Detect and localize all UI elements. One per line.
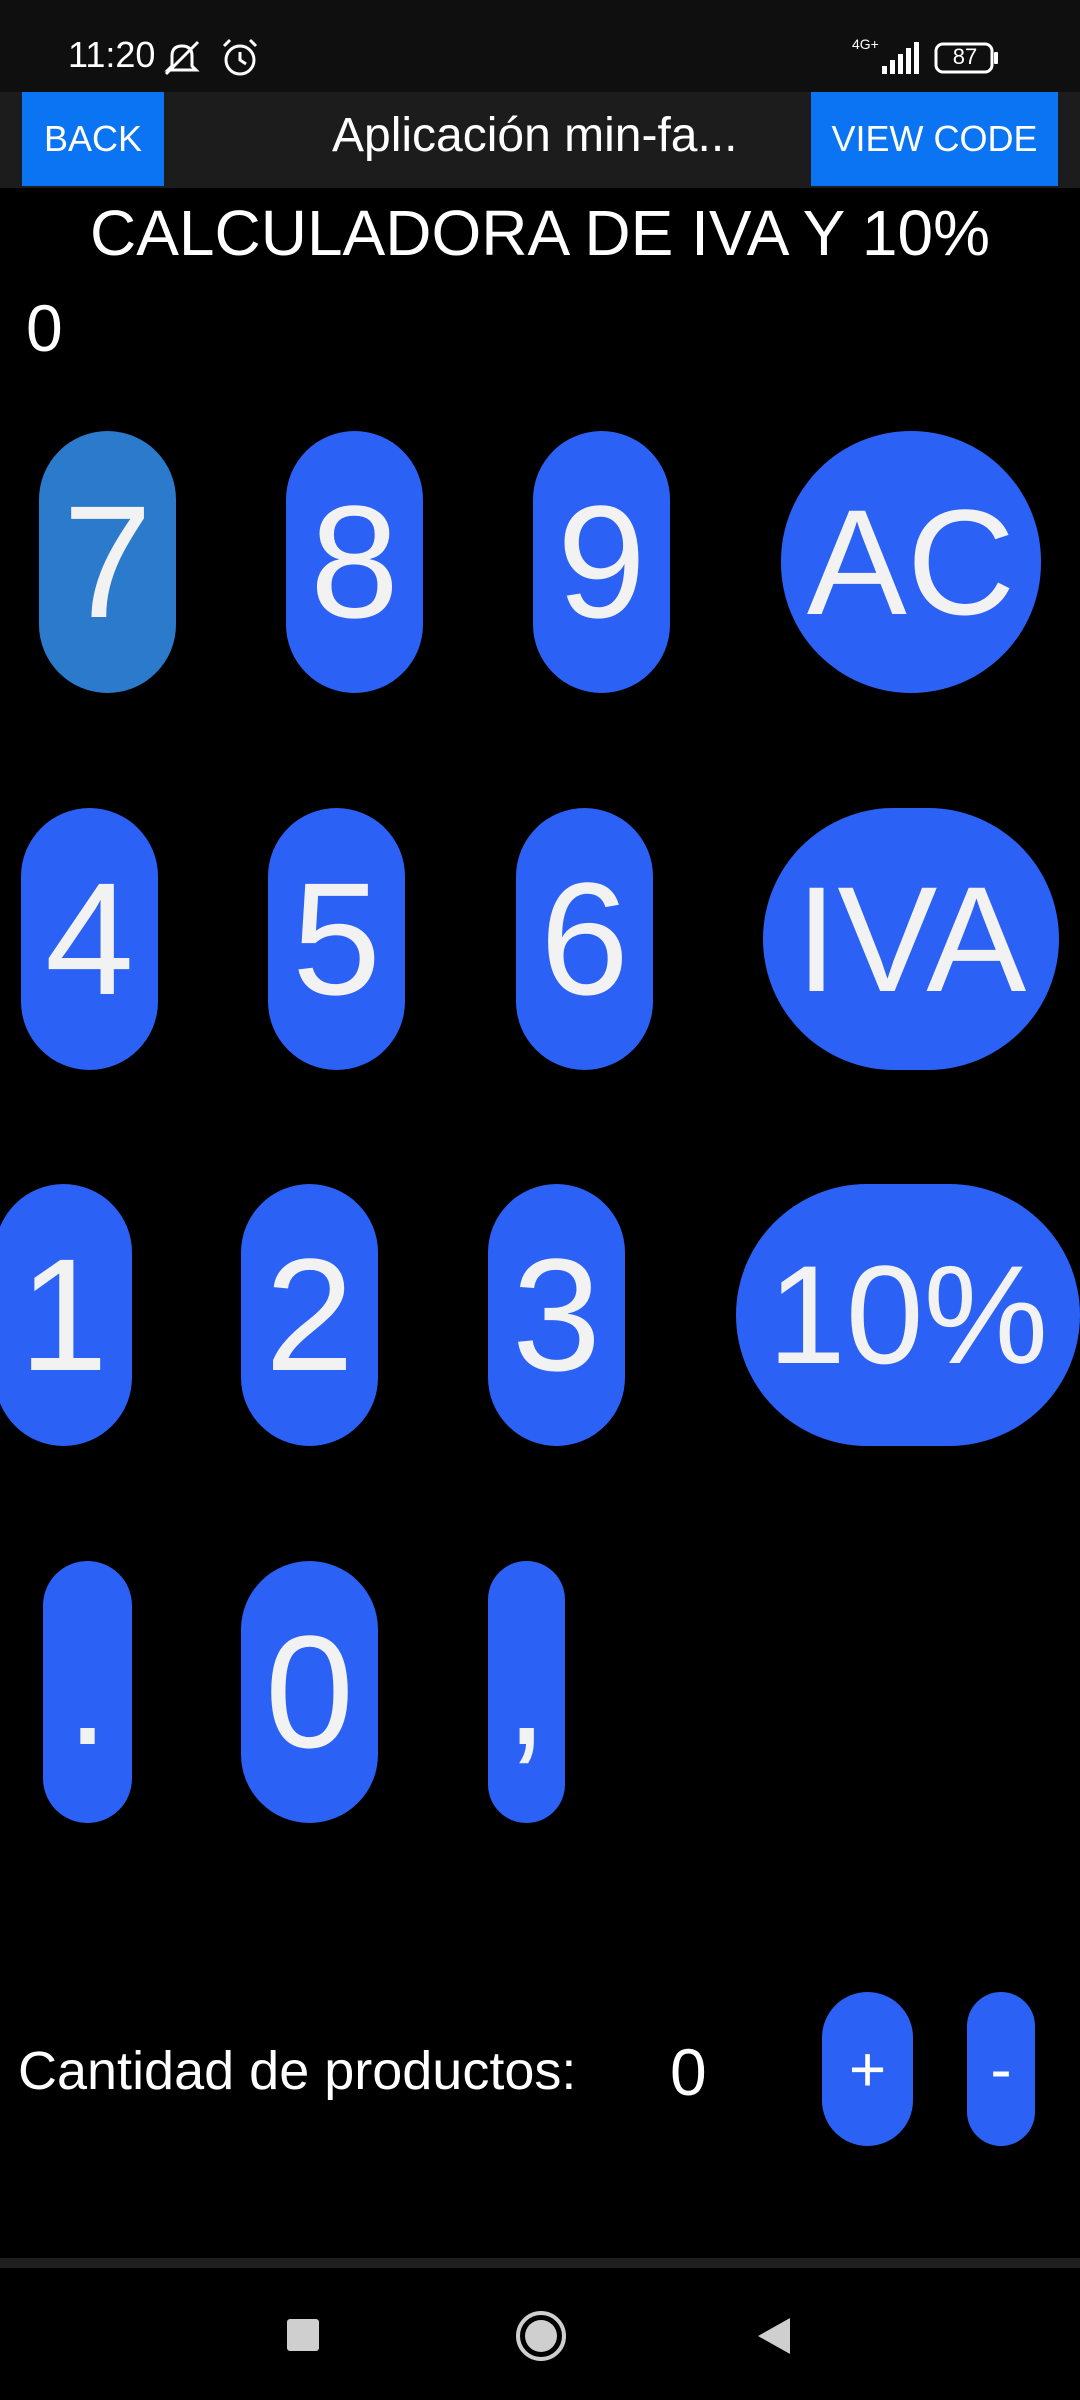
key-comma[interactable]: , <box>488 1561 565 1823</box>
muted-bell-icon <box>164 40 200 76</box>
decrement-button[interactable]: - <box>967 1992 1035 2146</box>
status-time: 11:20 <box>68 34 156 75</box>
key-iva[interactable]: IVA <box>763 808 1059 1070</box>
recents-square-icon[interactable] <box>286 2318 320 2352</box>
view-code-button[interactable]: VIEW CODE <box>811 92 1058 186</box>
quantity-label: Cantidad de productos: <box>18 2041 577 2101</box>
key-ten-percent[interactable]: 10% <box>736 1184 1080 1446</box>
quantity-value: 0 <box>670 2035 707 2109</box>
key-2[interactable]: 2 <box>241 1184 378 1446</box>
key-0[interactable]: 0 <box>241 1561 378 1823</box>
back-button[interactable]: BACK <box>22 92 164 186</box>
back-triangle-icon[interactable] <box>756 2316 792 2356</box>
alarm-clock-icon <box>222 38 258 76</box>
battery-level: 87 <box>952 44 978 69</box>
increment-button[interactable]: + <box>822 1992 913 2146</box>
key-7[interactable]: 7 <box>39 431 176 693</box>
key-3[interactable]: 3 <box>488 1184 625 1446</box>
key-6[interactable]: 6 <box>516 808 653 1070</box>
calculator-title: CALCULADORA DE IVA Y 10% <box>90 197 990 269</box>
key-1[interactable]: 1 <box>0 1184 132 1446</box>
key-ac[interactable]: AC <box>781 431 1041 693</box>
key-9[interactable]: 9 <box>533 431 670 693</box>
home-circle-icon[interactable] <box>515 2310 567 2362</box>
nav-divider <box>0 2258 1080 2268</box>
key-8[interactable]: 8 <box>286 431 423 693</box>
app-title: Aplicación min-fa... <box>332 109 738 162</box>
key-5[interactable]: 5 <box>268 808 405 1070</box>
network-type-label: 4G+ <box>852 36 879 52</box>
result-display: 0 <box>26 291 63 365</box>
signal-strength-icon <box>882 42 919 74</box>
key-4[interactable]: 4 <box>21 808 158 1070</box>
key-dot[interactable]: . <box>43 1561 132 1823</box>
